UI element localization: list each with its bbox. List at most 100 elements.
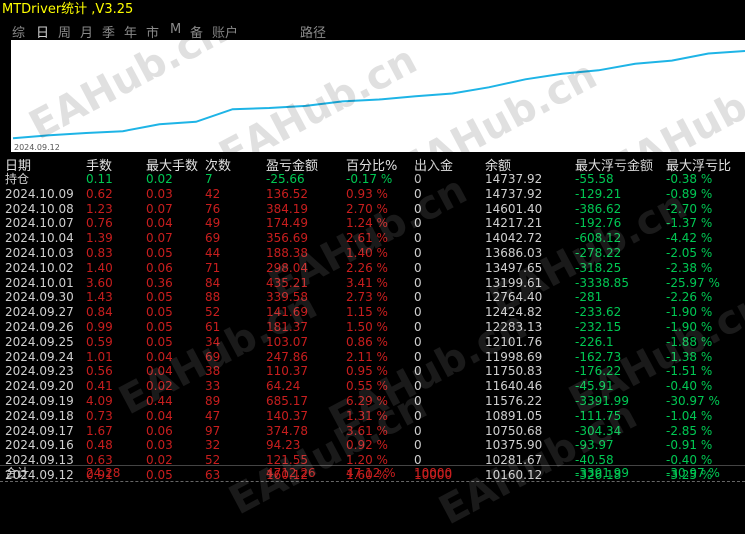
cell-count: 84: [205, 275, 221, 290]
cell-count: 47: [205, 408, 221, 423]
cell-deposit: 0: [414, 172, 422, 186]
cell-lots: 1.39: [86, 231, 113, 246]
cell-date: 2024.10.07: [5, 216, 74, 231]
cell-max-lots: 0.04: [146, 408, 173, 423]
cell-date: 2024.10.08: [5, 201, 74, 216]
table-row[interactable]: 2024.09.30 1.43 0.05 88 339.58 2.73 % 0 12764.4…: [0, 290, 745, 305]
cell-count: 97: [205, 423, 221, 438]
total-max-float: -3391.99: [575, 466, 629, 480]
table-row[interactable]: 持仓 0.11 0.02 7 -25.66 -0.17 % 0 14737.92 -55.58 -…: [0, 172, 745, 187]
table-row[interactable]: 2024.10.04 1.39 0.07 69 356.69 2.61 % 0 14042.7…: [0, 231, 745, 246]
table-row[interactable]: 2024.10.02 1.40 0.06 71 298.04 2.26 % 0 13497.6…: [0, 261, 745, 276]
window-title: MTDriver统计 ,V3.25: [2, 2, 134, 17]
tab-2[interactable]: 周: [58, 22, 71, 41]
cell-deposit: 0: [414, 245, 422, 260]
cell-lots: 1.43: [86, 290, 113, 305]
cell-count: 89: [205, 393, 221, 408]
cell-max-float-pct: -30.97 %: [666, 393, 720, 408]
cell-max-lots: 0.05: [146, 290, 173, 305]
cell-pct: 2.61 %: [346, 231, 388, 246]
table-row[interactable]: 2024.09.18 0.73 0.04 47 140.37 1.31 % 0 10891.0…: [0, 409, 745, 424]
cell-max-float-pct: -2.38 %: [666, 260, 713, 275]
cell-balance: 12424.82: [485, 305, 543, 320]
cell-deposit: 0: [414, 423, 422, 438]
cell-max-float-pct: -0.40 %: [666, 379, 713, 394]
cell-max-lots: 0.05: [146, 334, 173, 349]
cell-max-lots: 0.44: [146, 393, 173, 408]
balance-chart: 2024.09.12: [11, 40, 745, 152]
cell-max-float-pct: -0.91 %: [666, 438, 713, 453]
table-row[interactable]: 2024.09.27 0.84 0.05 52 141.69 1.15 % 0 12424.8…: [0, 305, 745, 320]
cell-lots: 3.60: [86, 275, 113, 290]
cell-date: 2024.10.09: [5, 186, 74, 201]
tab-4[interactable]: 季: [102, 22, 115, 41]
cell-max-lots: 0.02: [146, 379, 173, 394]
table-row[interactable]: 2024.09.17 1.67 0.06 97 374.78 3.61 % 0 10750.6…: [0, 424, 745, 439]
cell-balance: 13497.65: [485, 260, 543, 275]
cell-deposit: 0: [414, 334, 422, 349]
cell-max-float: -304.34: [575, 423, 622, 438]
status-bar: [0, 481, 745, 496]
table-row[interactable]: 2024.09.24 1.01 0.04 69 247.86 2.11 % 0 11998.6…: [0, 350, 745, 365]
cell-max-float: -3391.99: [575, 393, 629, 408]
table-row[interactable]: 2024.09.23 0.56 0.04 38 110.37 0.95 % 0 11750.8…: [0, 364, 745, 379]
cell-count: 69: [205, 349, 221, 364]
cell-date: 2024.09.30: [5, 290, 74, 305]
table-row[interactable]: 2024.10.01 3.60 0.36 84 435.21 3.41 % 0 13199.6…: [0, 276, 745, 291]
tab-9[interactable]: 账户: [212, 22, 238, 41]
cell-lots: 1.40: [86, 260, 113, 275]
cell-pct: 0.92 %: [346, 438, 388, 453]
table-row[interactable]: 2024.09.16 0.48 0.03 32 94.23 0.92 % 0 10375.90…: [0, 438, 745, 453]
table-row[interactable]: 2024.10.03 0.83 0.05 44 188.38 1.40 % 0 13686.0…: [0, 246, 745, 261]
table-header: 日期 手数 最大手数 次数 盈亏金额 百分比% 出入金 余额 最大浮亏金额 最大浮亏比: [0, 155, 745, 174]
cell-balance: 14042.72: [485, 231, 543, 246]
cell-count: 71: [205, 260, 221, 275]
table-row[interactable]: 2024.10.09 0.62 0.03 42 136.52 0.93 % 0 14737.9…: [0, 187, 745, 202]
tab-8[interactable]: 备: [190, 22, 203, 41]
cell-max-float-pct: -1.37 %: [666, 216, 713, 231]
table-row[interactable]: 2024.10.07 0.76 0.04 49 174.49 1.24 % 0 14217.2…: [0, 216, 745, 231]
cell-pnl: 110.37: [266, 364, 308, 379]
cell-max-float-pct: -0.38 %: [666, 172, 713, 186]
cell-pnl: 374.78: [266, 423, 308, 438]
table-row[interactable]: 2024.09.25 0.59 0.05 34 103.07 0.86 % 0 12101.7…: [0, 335, 745, 350]
cell-max-float: -281: [575, 290, 603, 305]
tab-3[interactable]: 月: [80, 22, 93, 41]
cell-pnl: -25.66: [266, 172, 305, 186]
total-pct: 47.12 %: [346, 466, 396, 480]
cell-pnl: 384.19: [266, 201, 308, 216]
cell-pct: 6.29 %: [346, 393, 388, 408]
balance-line: [12, 50, 745, 140]
cell-pct: 0.93 %: [346, 186, 388, 201]
total-lots: 24.28: [86, 466, 121, 480]
cell-max-float-pct: -2.26 %: [666, 290, 713, 305]
cell-max-lots: 0.05: [146, 245, 173, 260]
cell-deposit: 0: [414, 408, 422, 423]
table-row[interactable]: 2024.09.19 4.09 0.44 89 685.17 6.29 % 0 11576.2…: [0, 394, 745, 409]
cell-pct: 1.24 %: [346, 216, 388, 231]
cell-deposit: 0: [414, 186, 422, 201]
table-row[interactable]: 2024.09.26 0.99 0.05 61 181.37 1.50 % 0 12283.1…: [0, 320, 745, 335]
tab-10[interactable]: 路径: [300, 22, 326, 41]
cell-max-float: -93.97: [575, 438, 614, 453]
cell-pnl: 174.49: [266, 216, 308, 231]
tab-7[interactable]: M: [170, 22, 181, 37]
cell-max-lots: 0.04: [146, 349, 173, 364]
cell-pnl: 136.52: [266, 186, 308, 201]
table-row[interactable]: 2024.09.20 0.41 0.02 33 64.24 0.55 % 0 11640.46…: [0, 379, 745, 394]
cell-balance: 12764.40: [485, 290, 543, 305]
table-row[interactable]: 2024.10.08 1.23 0.07 76 384.19 2.70 % 0 14601.4…: [0, 202, 745, 217]
cell-deposit: 0: [414, 216, 422, 231]
tab-5[interactable]: 年: [124, 22, 137, 41]
tab-6[interactable]: 市: [146, 22, 159, 41]
tab-1[interactable]: 日: [36, 22, 49, 41]
cell-lots: 0.48: [86, 438, 113, 453]
cell-max-lots: 0.05: [146, 319, 173, 334]
tab-0[interactable]: 综: [12, 22, 25, 41]
cell-pnl: 435.21: [266, 275, 308, 290]
cell-pct: 2.70 %: [346, 201, 388, 216]
cell-max-float-pct: -1.51 %: [666, 364, 713, 379]
cell-pct: 2.26 %: [346, 260, 388, 275]
cell-deposit: 0: [414, 290, 422, 305]
cell-pct: 3.41 %: [346, 275, 388, 290]
